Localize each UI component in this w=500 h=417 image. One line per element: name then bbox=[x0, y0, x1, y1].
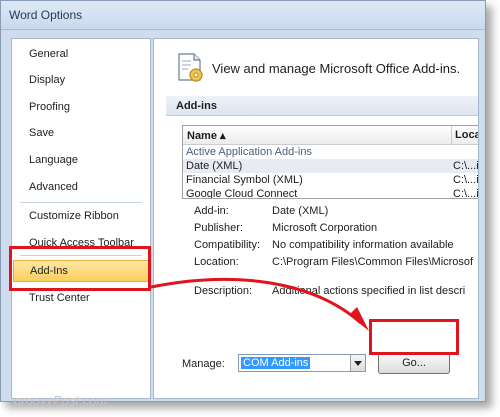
word-options-window: Word Options General Display Proofing Sa… bbox=[0, 0, 486, 402]
annotation-arrow-icon bbox=[150, 277, 369, 331]
watermark: groovyPost.com bbox=[14, 393, 108, 408]
